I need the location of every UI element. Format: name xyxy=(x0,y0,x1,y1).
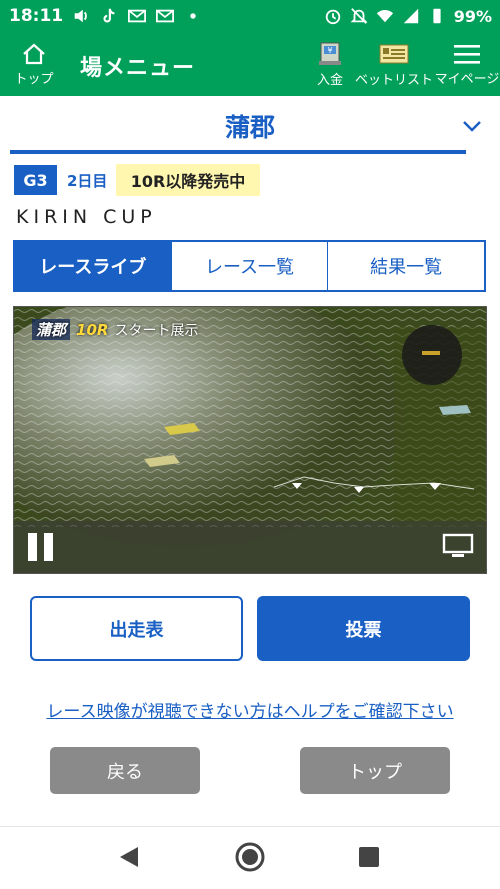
recent-apps-icon[interactable] xyxy=(359,847,379,867)
status-left-icons xyxy=(72,6,202,26)
pause-icon xyxy=(44,533,53,561)
betlist-button[interactable]: ベットリスト xyxy=(355,33,434,96)
entry-list-button[interactable]: 出走表 xyxy=(30,596,243,661)
tab-race-list[interactable]: レース一覧 xyxy=(171,242,329,290)
home-label: トップ xyxy=(14,72,54,87)
volume-icon xyxy=(74,9,87,23)
race-video[interactable]: 蒲郡 10R スタート展示 xyxy=(13,306,487,574)
mail-icon xyxy=(156,9,174,23)
status-time: 18:11 xyxy=(9,6,64,26)
mail-icon xyxy=(128,9,146,23)
venue-divider xyxy=(10,150,466,154)
video-overlay: 蒲郡 10R スタート展示 xyxy=(32,319,198,340)
home-circle-icon[interactable] xyxy=(234,841,266,873)
wifi-icon xyxy=(376,10,393,23)
home-icon xyxy=(23,43,45,65)
hamburger-icon xyxy=(454,45,480,64)
back-button[interactable]: 戻る xyxy=(50,747,200,794)
vote-button[interactable]: 投票 xyxy=(257,596,470,661)
tab-race-live[interactable]: レースライブ xyxy=(15,242,172,290)
mypage-button[interactable]: マイページ xyxy=(434,33,500,96)
day-label: 2日目 xyxy=(67,172,108,190)
page-title: 場メニュー xyxy=(80,56,196,81)
race-tabs: レースライブ レース一覧 結果一覧 xyxy=(13,240,486,292)
top-button[interactable]: トップ xyxy=(300,747,450,794)
mypage-label: マイページ xyxy=(434,72,500,87)
overlay-venue: 蒲郡 xyxy=(32,319,71,340)
overlay-race: 10R xyxy=(76,320,109,339)
svg-text:¥: ¥ xyxy=(327,46,332,55)
venue-selector[interactable]: 蒲郡 xyxy=(0,96,500,154)
app-header: トップ 場メニュー ¥ 入金 ベットリスト マイページ xyxy=(0,33,500,96)
deposit-label: 入金 xyxy=(316,73,343,88)
tiktok-icon xyxy=(103,8,115,23)
signal-icon xyxy=(403,8,418,24)
battery-percent: 99% xyxy=(453,6,492,26)
deposit-button[interactable]: ¥ 入金 xyxy=(308,33,352,96)
race-title: KIRIN CUP xyxy=(16,206,157,228)
screen-cast-icon[interactable] xyxy=(442,533,474,559)
home-button[interactable]: トップ xyxy=(10,33,58,96)
system-nav-bar xyxy=(0,826,500,889)
grade-badge: G3 xyxy=(14,165,57,195)
back-triangle-icon[interactable] xyxy=(118,845,140,869)
chevron-down-icon xyxy=(463,121,481,132)
status-bar: 18:11 99% xyxy=(0,0,500,33)
mute-icon xyxy=(350,8,368,24)
betlist-label: ベットリスト xyxy=(355,73,434,88)
alarm-icon xyxy=(325,9,340,25)
battery-icon xyxy=(433,8,441,24)
sale-status-badge: 10R以降発売中 xyxy=(116,164,260,196)
tab-results-list[interactable]: 結果一覧 xyxy=(328,242,485,290)
help-link[interactable]: レース映像が視聴できない方はヘルプをご確認下さい xyxy=(0,697,500,722)
status-right-icons: 99% xyxy=(324,6,492,26)
video-controls xyxy=(14,521,486,573)
pause-button[interactable] xyxy=(28,533,58,561)
betlist-icon xyxy=(379,44,409,64)
deposit-icon: ¥ xyxy=(319,42,341,65)
overlay-label: スタート展示 xyxy=(114,322,199,339)
dot-icon xyxy=(190,13,196,19)
venue-name: 蒲郡 xyxy=(224,113,275,142)
pause-icon xyxy=(28,533,37,561)
